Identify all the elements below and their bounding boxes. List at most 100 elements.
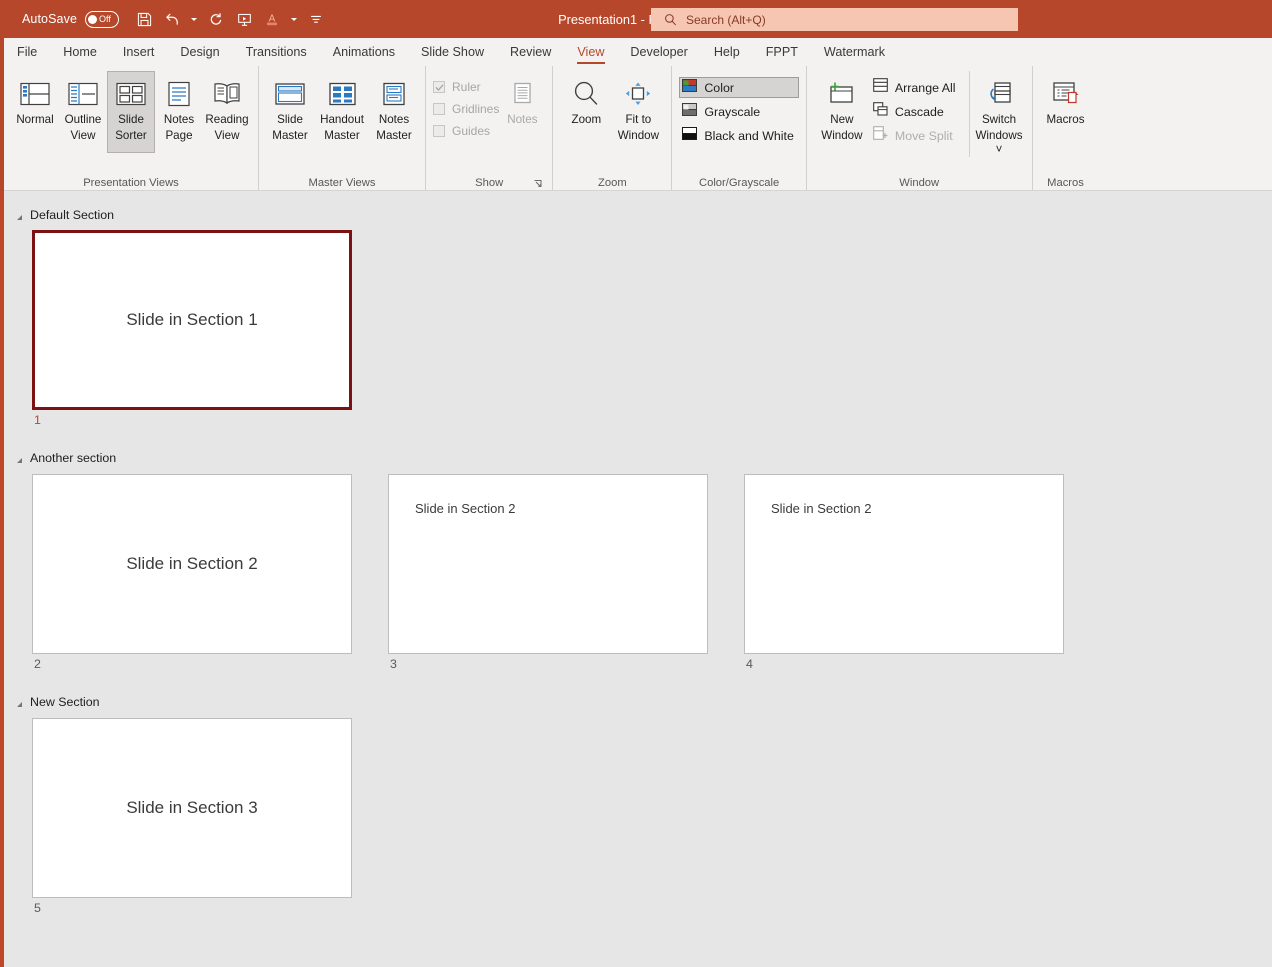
slide-number-3: 3	[388, 654, 708, 671]
autosave-toggle[interactable]: Off	[85, 11, 119, 28]
reading-view-label-2: View	[215, 129, 240, 143]
notes-page-button[interactable]: Notes Page	[155, 71, 203, 153]
ribbon-group-macros: Macros Macros	[1032, 66, 1099, 191]
cascade-button[interactable]: Cascade	[870, 101, 961, 122]
section-slides-default-section: Slide in Section 1 1	[4, 230, 1272, 427]
font-color-dropdown-icon[interactable]	[287, 6, 301, 32]
slide-cell-1[interactable]: Slide in Section 1 1	[32, 230, 352, 427]
section-slides-another-section: Slide in Section 2 2 Slide in Section 2 …	[4, 474, 1272, 671]
gridlines-checkbox[interactable]: Gridlines	[433, 101, 499, 117]
normal-view-label: Normal	[16, 113, 53, 127]
macros-icon	[1051, 77, 1081, 111]
tab-watermark[interactable]: Watermark	[811, 38, 898, 66]
color-mode-color-label: Color	[704, 81, 734, 95]
slide-master-label-1: Slide	[277, 113, 303, 127]
section-slides-new-section: Slide in Section 3 5	[4, 718, 1272, 915]
arrange-all-button[interactable]: Arrange All	[870, 77, 961, 98]
quick-access-toolbar: A	[131, 6, 329, 32]
ruler-checkbox[interactable]: Ruler	[433, 79, 499, 95]
ribbon-group-title-macros: Macros	[1040, 174, 1092, 191]
tab-file[interactable]: File	[4, 38, 50, 66]
slide-sorter-label-1: Slide	[118, 113, 144, 127]
tab-slide-show[interactable]: Slide Show	[408, 38, 497, 66]
start-presentation-icon[interactable]	[231, 6, 257, 32]
slide-cell-5[interactable]: Slide in Section 3 5	[32, 718, 352, 915]
slide-cell-2[interactable]: Slide in Section 2 2	[32, 474, 352, 671]
section-header-default-section[interactable]: Default Section	[4, 202, 1272, 228]
slide-cell-3[interactable]: Slide in Section 2 3	[388, 474, 708, 671]
slide-thumbnail-2[interactable]: Slide in Section 2	[32, 474, 352, 654]
ribbon-group-presentation-views: Normal Outline View Slide Sorter	[4, 66, 258, 191]
color-mode-list: Color Grayscale Black and White	[679, 71, 799, 146]
handout-master-button[interactable]: Handout Master	[314, 71, 370, 153]
tab-home[interactable]: Home	[50, 38, 110, 66]
section-header-new-section[interactable]: New Section	[4, 689, 1272, 715]
tab-transitions[interactable]: Transitions	[233, 38, 320, 66]
customize-quick-access-toolbar-icon[interactable]	[303, 6, 329, 32]
switch-windows-button[interactable]: Switch Windows ˅	[969, 71, 1025, 157]
color-mode-color[interactable]: Color	[679, 77, 799, 98]
macros-button[interactable]: Macros	[1040, 71, 1092, 153]
section-collapse-icon[interactable]	[17, 697, 22, 707]
slide-thumbnail-3[interactable]: Slide in Section 2	[388, 474, 708, 654]
ribbon-tab-strip: File Home Insert Design Transitions Anim…	[0, 38, 1272, 66]
slide-sorter-canvas[interactable]: Default Section Slide in Section 1 1 Ano…	[0, 191, 1272, 967]
slide-thumbnail-4[interactable]: Slide in Section 2	[744, 474, 1064, 654]
tab-animations[interactable]: Animations	[320, 38, 408, 66]
ribbon-group-title-master-views: Master Views	[266, 174, 418, 191]
slide-1-text: Slide in Section 1	[35, 233, 349, 407]
show-checkbox-list: Ruler Gridlines Guides	[433, 71, 499, 139]
handout-master-label-2: Master	[324, 129, 359, 143]
color-mode-grayscale-label: Grayscale	[704, 105, 760, 119]
switch-windows-icon	[984, 77, 1014, 111]
slide-master-button[interactable]: Slide Master	[266, 71, 314, 153]
move-split-button[interactable]: Move Split	[870, 125, 961, 146]
ribbon-group-title-zoom: Zoom	[560, 174, 664, 191]
color-mode-black-and-white[interactable]: Black and White	[679, 125, 799, 146]
normal-view-button[interactable]: Normal	[11, 71, 59, 153]
tab-insert[interactable]: Insert	[110, 38, 168, 66]
save-icon[interactable]	[131, 6, 157, 32]
tab-developer[interactable]: Developer	[617, 38, 700, 66]
slide-sorter-button[interactable]: Slide Sorter	[107, 71, 155, 153]
new-window-button[interactable]: New Window	[814, 71, 870, 153]
search-input[interactable]: Search (Alt+Q)	[651, 8, 1018, 31]
autosave-control[interactable]: AutoSave Off	[22, 11, 119, 28]
ribbon-group-color-grayscale: Color Grayscale Black and White Color/Gr…	[671, 66, 806, 191]
slide-thumbnail-5[interactable]: Slide in Section 3	[32, 718, 352, 898]
font-color-icon[interactable]: A	[259, 6, 285, 32]
section-name-new-section: New Section	[30, 695, 100, 709]
reading-view-label-1: Reading	[205, 113, 248, 127]
tab-help[interactable]: Help	[701, 38, 753, 66]
outline-view-button[interactable]: Outline View	[59, 71, 107, 153]
ribbon-group-title-presentation-views: Presentation Views	[11, 174, 251, 191]
tab-design[interactable]: Design	[167, 38, 232, 66]
fit-to-window-label-2: Window	[618, 129, 659, 143]
section-header-another-section[interactable]: Another section	[4, 445, 1272, 471]
zoom-button[interactable]: Zoom	[560, 71, 612, 153]
undo-dropdown-icon[interactable]	[187, 6, 201, 32]
ribbon-group-title-show: Show	[433, 174, 545, 191]
slide-thumbnail-1[interactable]: Slide in Section 1	[32, 230, 352, 410]
ribbon-group-window: New Window Arrange All Cascade	[806, 66, 1032, 191]
color-mode-grayscale[interactable]: Grayscale	[679, 101, 799, 122]
notes-button[interactable]: Notes	[499, 71, 545, 153]
slide-cell-4[interactable]: Slide in Section 2 4	[744, 474, 1064, 671]
reading-view-button[interactable]: Reading View	[203, 71, 251, 153]
notes-icon	[512, 77, 533, 111]
notes-master-button[interactable]: Notes Master	[370, 71, 418, 153]
search-placeholder: Search (Alt+Q)	[686, 13, 766, 27]
tab-fppt[interactable]: FPPT	[753, 38, 811, 66]
undo-icon[interactable]	[159, 6, 185, 32]
grayscale-swatch-icon	[682, 103, 697, 121]
section-collapse-icon[interactable]	[17, 453, 22, 463]
guides-checkbox[interactable]: Guides	[433, 123, 499, 139]
section-collapse-icon[interactable]	[17, 210, 22, 220]
fit-to-window-button[interactable]: Fit to Window	[612, 71, 664, 153]
autosave-toggle-knob	[88, 15, 97, 24]
tab-review[interactable]: Review	[497, 38, 564, 66]
show-dialog-launcher[interactable]	[533, 179, 543, 189]
redo-icon[interactable]	[203, 6, 229, 32]
tab-view[interactable]: View	[564, 38, 617, 66]
zoom-icon	[572, 77, 600, 111]
